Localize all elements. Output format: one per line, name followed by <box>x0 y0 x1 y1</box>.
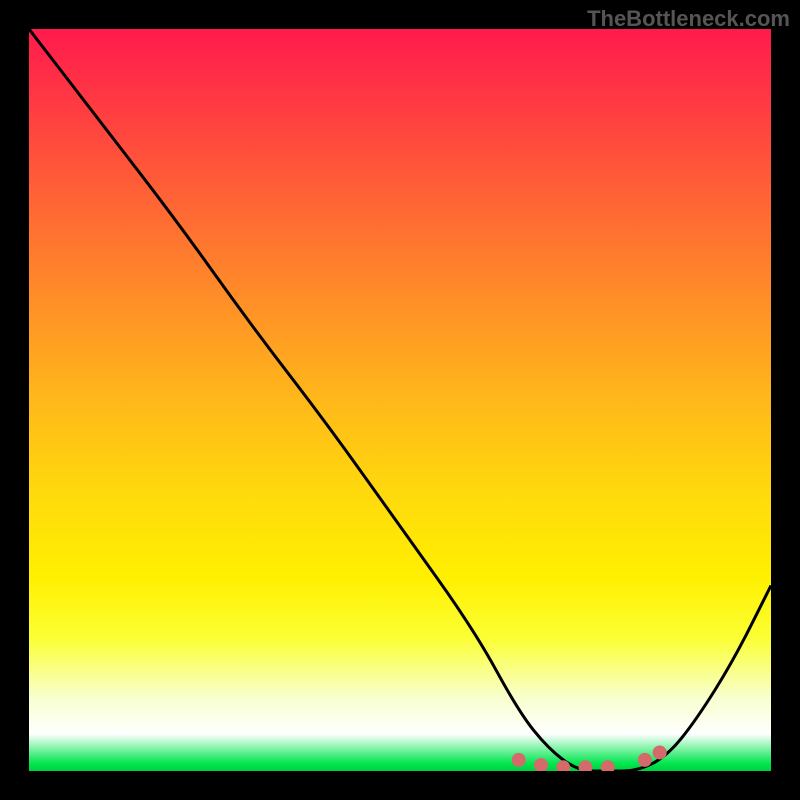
watermark-text: TheBottleneck.com <box>587 6 790 32</box>
curve-marker <box>638 753 652 767</box>
chart-container: TheBottleneck.com <box>0 0 800 800</box>
curve-marker <box>653 745 667 759</box>
curve-marker <box>534 758 548 771</box>
chart-svg <box>29 29 771 771</box>
curve-marker <box>579 760 593 771</box>
bottleneck-curve <box>29 29 771 771</box>
curve-marker <box>512 753 526 767</box>
curve-marker <box>601 760 615 771</box>
